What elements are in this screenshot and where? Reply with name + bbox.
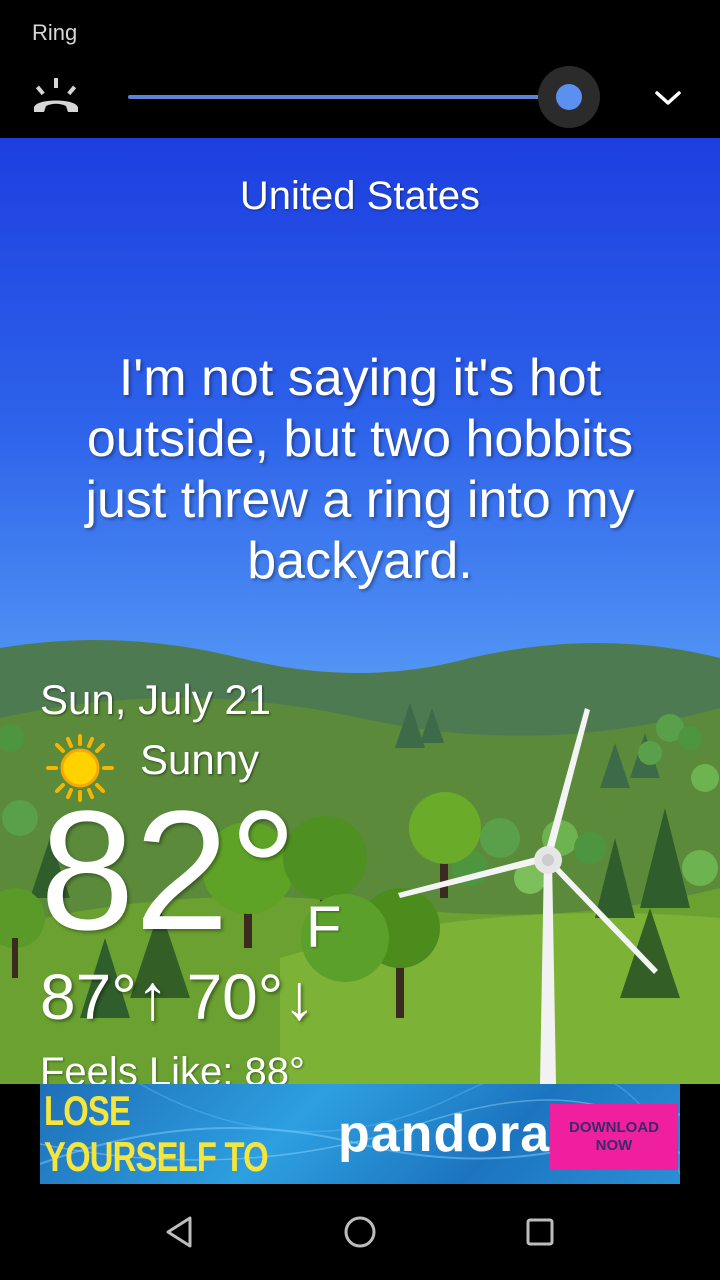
weather-scene: United States I'm not saying it's hot ou…	[0, 138, 720, 1084]
volume-panel: Ring	[0, 0, 720, 138]
ad-headline: LOSE YOURSELF TO THE MUSIC	[44, 1087, 269, 1185]
ringer-icon[interactable]	[28, 72, 84, 120]
current-temperature: 82°	[40, 776, 298, 966]
chevron-down-icon[interactable]	[652, 82, 684, 114]
recents-icon[interactable]	[516, 1204, 564, 1260]
ad-cta-label: DOWNLOAD NOW	[569, 1119, 659, 1154]
volume-slider-track[interactable]	[128, 95, 592, 99]
volume-stream-label: Ring	[32, 20, 78, 45]
back-icon[interactable]	[156, 1204, 204, 1260]
forecast-date: Sun, July 21	[40, 676, 272, 723]
ad-download-button[interactable]: DOWNLOAD NOW	[550, 1104, 678, 1170]
location-line-partial	[100, 138, 660, 156]
high-low-temperature: 87°↑ 70°↓	[40, 961, 316, 1033]
home-icon[interactable]	[336, 1204, 384, 1260]
temperature-unit: F	[306, 895, 342, 960]
ad-banner[interactable]: LOSE YOURSELF TO THE MUSIC pandora DOWNL…	[40, 1084, 680, 1184]
ad-brand-logo: pandora	[338, 1105, 551, 1163]
volume-slider-thumb[interactable]	[555, 84, 582, 110]
location-country: United States	[239, 174, 481, 218]
navigation-bar	[0, 1184, 720, 1280]
weather-quote: I'm not saying it's hot outside, but two…	[85, 349, 635, 590]
feels-like: Feels Like: 88°	[40, 1050, 306, 1084]
